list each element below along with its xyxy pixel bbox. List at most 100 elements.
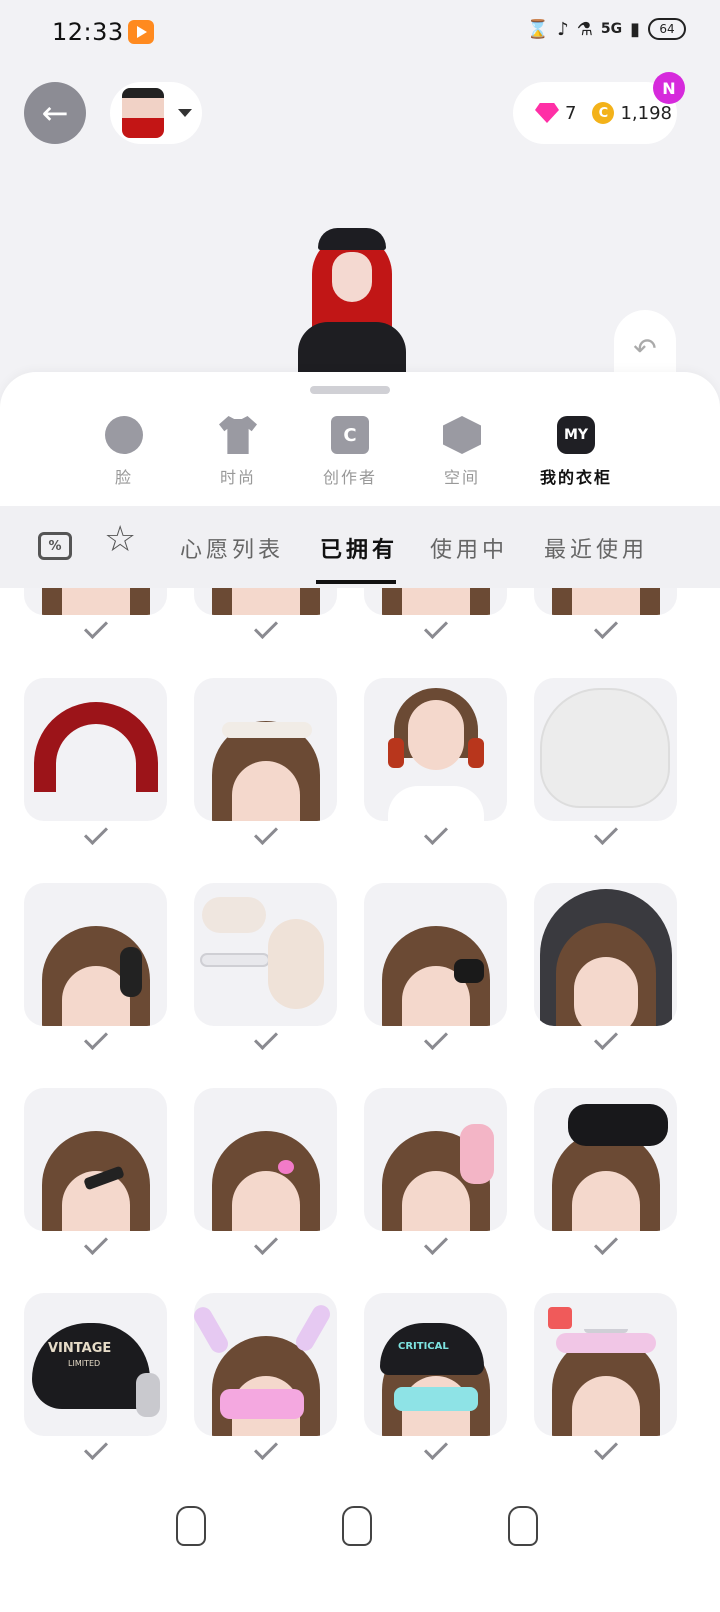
bottom-navigation: [0, 1496, 720, 1566]
grid-item[interactable]: [364, 588, 507, 640]
ribbon-right: [468, 738, 484, 768]
category-space[interactable]: 空间: [412, 416, 512, 488]
category-label: 创作者: [322, 468, 377, 487]
grid-item-white-beanie[interactable]: [534, 678, 677, 846]
bunny-back-icon[interactable]: [508, 1506, 538, 1546]
tiara: [584, 1315, 628, 1333]
tab-recent[interactable]: 最近使用: [544, 532, 648, 564]
filter-bar: % ☆ 心愿列表 已拥有 使用中 最近使用: [0, 506, 720, 588]
item-thumbnail: [364, 1088, 507, 1231]
lace-band: [222, 722, 312, 738]
item-thumbnail: [194, 588, 337, 615]
coin-icon: C: [592, 102, 615, 124]
bunny-home-icon[interactable]: [342, 1506, 372, 1546]
pink-visor: [220, 1389, 304, 1419]
status-indicators: ⌛ ♪ ⚗ 5G ▮ 64: [527, 18, 686, 40]
grid-row: [0, 588, 720, 677]
arrow-left-icon: ←: [41, 94, 69, 132]
grid-item-large-black-bow[interactable]: [534, 1088, 677, 1256]
headphone-cup: [120, 947, 142, 997]
item-thumbnail: [24, 588, 167, 615]
category-my-closet[interactable]: MY 我的衣柜: [526, 416, 626, 488]
grid-item-cat-ear-tiara[interactable]: [534, 1293, 677, 1461]
grid-item-red-ribbon-pigtails[interactable]: [364, 678, 507, 846]
category-face[interactable]: 脸: [74, 416, 174, 488]
check-icon: [593, 614, 618, 640]
hourglass-icon: ⌛: [526, 18, 550, 40]
ribbon-left: [388, 738, 404, 768]
bunny-ear-right: [292, 1301, 334, 1355]
tab-wishlist[interactable]: 心愿列表: [180, 532, 284, 564]
grid-item[interactable]: [534, 588, 677, 640]
item-thumbnail: [24, 1088, 167, 1231]
grid-item-black-bow-clip[interactable]: [364, 883, 507, 1051]
grid-item[interactable]: [24, 588, 167, 640]
check-icon: [423, 614, 448, 640]
mute-icon: ♪: [557, 18, 569, 40]
character-face: [332, 252, 372, 302]
grid-item[interactable]: [194, 588, 337, 640]
grid-item-white-hair-accessory-set[interactable]: [194, 883, 337, 1051]
face: [232, 588, 300, 615]
white-curl: [268, 919, 324, 1009]
item-thumbnail: CRITICAL: [364, 1293, 507, 1436]
grid-item-bunny-ears-visor[interactable]: [194, 1293, 337, 1461]
grid-item-lace-headband[interactable]: [194, 678, 337, 846]
sheet-drag-handle[interactable]: [310, 386, 390, 394]
grid-item-critical-cap-visor[interactable]: CRITICAL: [364, 1293, 507, 1461]
avatar-switcher[interactable]: [110, 82, 202, 144]
network-type: 5G: [600, 21, 623, 37]
check-icon: [423, 1435, 448, 1461]
notification-badge[interactable]: N: [653, 72, 685, 104]
item-thumbnail: [534, 588, 677, 615]
item-thumbnail: [194, 883, 337, 1026]
face: [574, 957, 638, 1026]
face: [408, 700, 464, 770]
creator-bag-icon: C: [331, 416, 369, 454]
item-thumbnail: [364, 588, 507, 615]
battery-indicator: 64: [648, 18, 686, 40]
back-button[interactable]: ←: [24, 82, 86, 144]
category-creator[interactable]: C 创作者: [300, 416, 400, 488]
coupon-icon[interactable]: %: [38, 532, 72, 560]
black-bow: [454, 959, 484, 983]
cyan-visor: [394, 1387, 478, 1411]
my-closet-icon: MY: [557, 416, 595, 454]
tab-owned[interactable]: 已拥有: [320, 532, 398, 564]
grid-item-vintage-cap-headphones[interactable]: VINTAGE LIMITED: [24, 1293, 167, 1461]
grid-item-pink-bow[interactable]: [364, 1088, 507, 1256]
check-icon: [423, 820, 448, 846]
tab-in-use[interactable]: 使用中: [430, 532, 508, 564]
star-icon[interactable]: ☆: [104, 522, 136, 558]
cap-text: VINTAGE: [48, 1341, 112, 1356]
red-headband-shape: [34, 702, 158, 792]
grid-item-rhinestone-hair-clip[interactable]: [24, 1088, 167, 1256]
grid-item-red-fur-headband[interactable]: [24, 678, 167, 846]
grid-item-black-lace-veil[interactable]: [534, 883, 677, 1051]
check-icon: [423, 1025, 448, 1051]
shirt: [388, 786, 484, 821]
bunny-menu-icon[interactable]: [176, 1506, 206, 1546]
category-label: 空间: [443, 468, 480, 487]
pink-bow-shape: [460, 1124, 494, 1184]
status-bar: 12:33 ⌛ ♪ ⚗ 5G ▮ 64: [0, 0, 720, 64]
check-icon: [83, 1435, 108, 1461]
cap-subtext: LIMITED: [68, 1359, 101, 1368]
face: [402, 1171, 470, 1231]
character-preview[interactable]: [298, 226, 406, 372]
status-time: 12:33: [52, 18, 124, 46]
signal-icon: ▮: [630, 18, 640, 40]
face: [572, 1376, 640, 1436]
shirt-icon: [219, 416, 257, 454]
network-icon: ⚗: [576, 18, 593, 40]
check-icon: [253, 614, 278, 640]
item-grid: VINTAGE LIMITED CRITICAL: [0, 588, 720, 1492]
grid-item-black-headphones[interactable]: [24, 883, 167, 1051]
pink-band: [556, 1333, 656, 1353]
check-icon: [83, 614, 108, 640]
category-fashion[interactable]: 时尚: [188, 416, 288, 488]
check-icon: [253, 1230, 278, 1256]
beanie: [540, 688, 670, 808]
grid-row: [0, 1088, 720, 1293]
grid-item-butterfly-clips[interactable]: [194, 1088, 337, 1256]
